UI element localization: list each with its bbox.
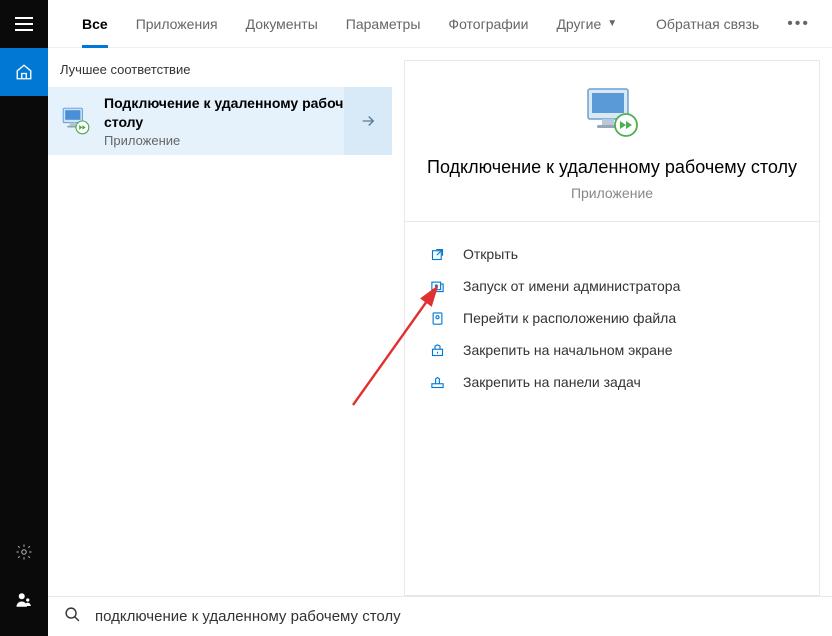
action-file-location[interactable]: Перейти к расположению файла bbox=[405, 302, 819, 334]
action-pin-start[interactable]: Закрепить на начальном экране bbox=[405, 334, 819, 366]
more-options-button[interactable]: ••• bbox=[777, 15, 820, 33]
settings-button[interactable] bbox=[0, 528, 48, 576]
tab-documents[interactable]: Документы bbox=[232, 0, 332, 48]
search-bar bbox=[48, 596, 832, 636]
person-icon bbox=[15, 591, 33, 609]
open-icon bbox=[429, 246, 445, 262]
result-title: Подключение к удаленному рабочему столу bbox=[104, 94, 380, 130]
result-item[interactable]: Подключение к удаленному рабочему столу … bbox=[48, 87, 392, 155]
tab-settings[interactable]: Параметры bbox=[332, 0, 435, 48]
search-input[interactable] bbox=[95, 608, 816, 625]
sidebar bbox=[0, 0, 48, 636]
search-icon bbox=[64, 606, 81, 628]
action-run-admin[interactable]: Запуск от имени администратора bbox=[405, 270, 819, 302]
results-panel: Лучшее соответствие Подключение к удален… bbox=[48, 48, 392, 596]
tab-more[interactable]: Другие▼ bbox=[542, 0, 631, 48]
actions-list: Открыть Запуск от имени администратора П… bbox=[405, 222, 819, 414]
result-subtitle: Приложение bbox=[104, 133, 380, 148]
feedback-link[interactable]: Обратная связь bbox=[646, 16, 769, 32]
best-match-header: Лучшее соответствие bbox=[48, 48, 392, 87]
details-app-icon bbox=[580, 85, 644, 141]
action-open[interactable]: Открыть bbox=[405, 238, 819, 270]
main-area: Лучшее соответствие Подключение к удален… bbox=[48, 48, 832, 596]
account-button[interactable] bbox=[0, 576, 48, 624]
action-pin-taskbar[interactable]: Закрепить на панели задач bbox=[405, 366, 819, 398]
location-icon bbox=[429, 310, 445, 326]
tab-apps[interactable]: Приложения bbox=[122, 0, 232, 48]
gear-icon bbox=[15, 543, 33, 561]
chevron-down-icon: ▼ bbox=[607, 18, 617, 29]
details-subtitle: Приложение bbox=[571, 185, 653, 201]
home-icon bbox=[15, 63, 33, 81]
pin-start-icon bbox=[429, 342, 445, 358]
tab-all[interactable]: Все bbox=[68, 0, 122, 48]
top-tabs: Все Приложения Документы Параметры Фотог… bbox=[48, 0, 832, 48]
result-expand-button[interactable] bbox=[344, 87, 392, 155]
arrow-right-icon bbox=[359, 112, 377, 130]
details-title: Подключение к удаленному рабочему столу bbox=[427, 155, 797, 179]
pin-taskbar-icon bbox=[429, 374, 445, 390]
details-panel: Подключение к удаленному рабочему столу … bbox=[404, 60, 820, 596]
hamburger-button[interactable] bbox=[0, 0, 48, 48]
rdp-icon bbox=[60, 105, 92, 137]
home-button[interactable] bbox=[0, 48, 48, 96]
tab-photos[interactable]: Фотографии bbox=[434, 0, 542, 48]
admin-icon bbox=[429, 278, 445, 294]
